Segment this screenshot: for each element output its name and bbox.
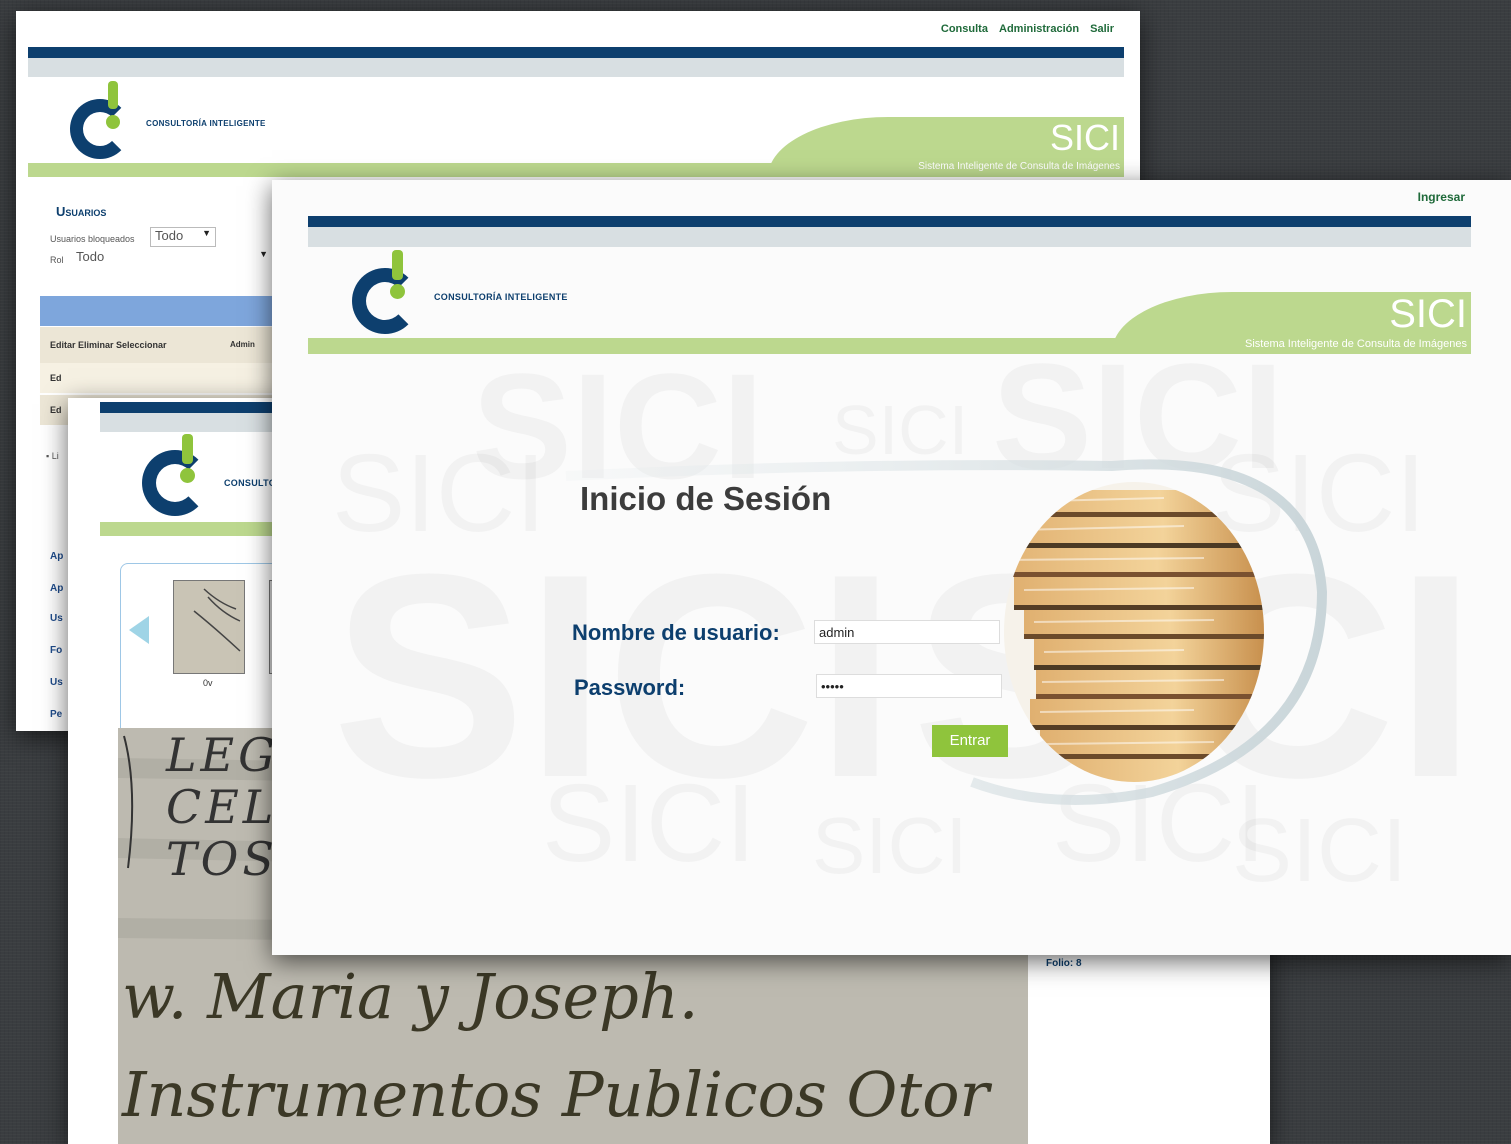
filter-label-rol: Rol bbox=[50, 255, 64, 265]
edit-link[interactable]: Ed bbox=[50, 373, 62, 383]
product-title: SICI bbox=[1389, 292, 1467, 336]
password-input[interactable] bbox=[816, 674, 1002, 698]
arrow-left-icon[interactable] bbox=[129, 616, 149, 644]
thumbnail-caption: 0v bbox=[203, 678, 213, 688]
filter-rol-select[interactable]: Todo ▼ bbox=[72, 249, 272, 269]
chevron-down-icon: ▼ bbox=[259, 249, 268, 259]
table-header-actions: Editar Eliminar Seleccionar bbox=[50, 340, 167, 350]
product-title: SICI bbox=[1049, 117, 1120, 158]
manuscript-line: w. Maria y Joseph. bbox=[122, 960, 699, 1033]
top-nav: Consulta Administración Salir bbox=[933, 23, 1114, 35]
nav-administracion-link[interactable]: Administración bbox=[999, 23, 1079, 35]
side-item[interactable]: Pe bbox=[50, 709, 62, 720]
header-bar-dark bbox=[308, 216, 1471, 227]
logo-dot-icon bbox=[106, 115, 120, 129]
book-stack-icon bbox=[1004, 482, 1264, 782]
logo-text: CONSULTORÍA INTELIGENTE bbox=[146, 119, 266, 128]
table-header-admin: Admin bbox=[230, 340, 255, 349]
logo-c-icon bbox=[70, 99, 130, 159]
logo-dot-icon bbox=[390, 284, 405, 299]
logo-c-icon bbox=[352, 268, 418, 334]
username-label: Nombre de usuario: bbox=[572, 620, 780, 645]
login-button[interactable]: Entrar bbox=[932, 725, 1008, 757]
table-header-band bbox=[40, 296, 280, 326]
side-item[interactable]: Ap bbox=[50, 583, 63, 594]
logo-text: CONSULTORÍA INTELIGENTE bbox=[434, 292, 568, 302]
username-input[interactable] bbox=[814, 620, 1000, 644]
header-bar-light bbox=[308, 227, 1471, 247]
logo-dot-icon bbox=[180, 468, 195, 483]
filter-rol-value: Todo bbox=[76, 249, 105, 264]
logo-exclamation-icon bbox=[108, 81, 118, 109]
login-title: Inicio de Sesión bbox=[580, 480, 832, 517]
thumbnail-image[interactable] bbox=[173, 580, 245, 674]
folio-label: Folio: 8 bbox=[1046, 958, 1082, 969]
filter-bloqueados-select[interactable]: Todo ▼ bbox=[150, 227, 216, 247]
manuscript-line: Instrumentos Publicos Otor bbox=[122, 1058, 990, 1131]
pager-arrow-icon[interactable]: ▪ Li bbox=[46, 451, 59, 461]
ingresar-link[interactable]: Ingresar bbox=[1418, 190, 1465, 204]
manuscript-thumbnail-icon bbox=[193, 588, 241, 652]
edit-link[interactable]: Ed bbox=[50, 405, 62, 415]
table-column-header: Editar Eliminar Seleccionar Admin bbox=[40, 326, 280, 363]
table-row: Ed bbox=[40, 363, 280, 393]
logo-exclamation-icon bbox=[182, 434, 193, 464]
logo-c-icon bbox=[142, 450, 208, 516]
header-bar-dark bbox=[28, 47, 1124, 58]
manuscript-line: CEL bbox=[166, 780, 278, 834]
login-window: SICI SICI SICI SICI SICI SICI SICI SICI … bbox=[272, 180, 1511, 955]
chevron-down-icon: ▼ bbox=[202, 228, 211, 238]
nav-consulta-link[interactable]: Consulta bbox=[941, 23, 988, 35]
filter-bloqueados-value: Todo bbox=[155, 228, 184, 243]
side-item[interactable]: Us bbox=[50, 677, 63, 688]
header-bar-light bbox=[28, 58, 1124, 77]
logo-exclamation-icon bbox=[392, 250, 403, 280]
side-item[interactable]: Fo bbox=[50, 645, 62, 656]
filter-label-bloqueados: Usuarios bloqueados bbox=[50, 234, 135, 244]
product-subtitle: Sistema Inteligente de Consulta de Imáge… bbox=[1245, 338, 1467, 350]
password-label: Password: bbox=[574, 675, 686, 700]
manuscript-line: LEG bbox=[166, 728, 279, 782]
manuscript-line: TOS bbox=[166, 832, 278, 886]
nav-salir-link[interactable]: Salir bbox=[1090, 23, 1114, 35]
side-item[interactable]: Us bbox=[50, 613, 63, 624]
section-title: Usuarios bbox=[56, 204, 107, 219]
product-subtitle: Sistema Inteligente de Consulta de Imáge… bbox=[918, 161, 1120, 172]
side-item[interactable]: Ap bbox=[50, 551, 63, 562]
